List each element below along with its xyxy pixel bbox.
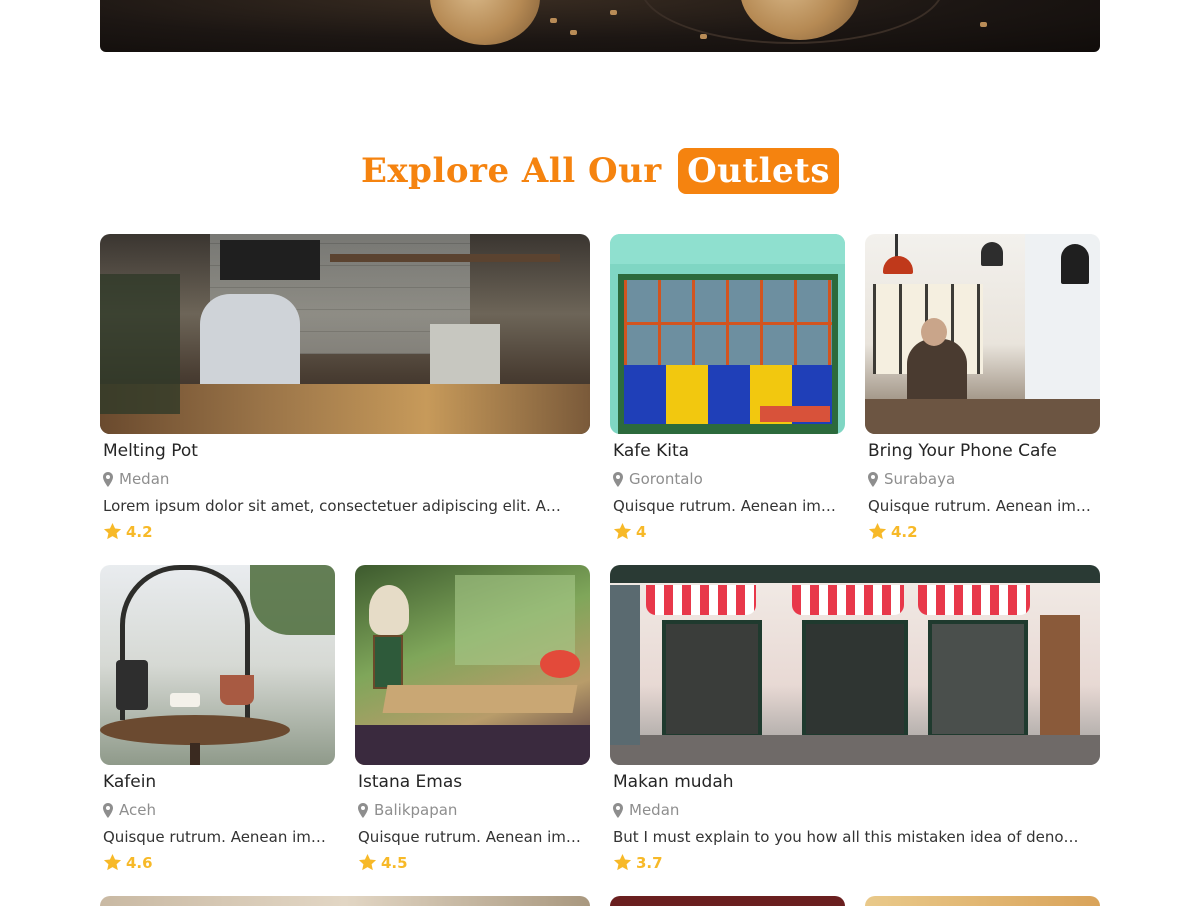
outlet-location: Aceh — [103, 801, 335, 819]
outlet-location-text: Surabaya — [884, 470, 956, 488]
outlet-location: Surabaya — [868, 470, 1100, 488]
outlet-rating-value: 4.5 — [381, 853, 408, 872]
outlet-location-text: Medan — [119, 470, 170, 488]
outlet-image[interactable] — [355, 565, 590, 765]
outlet-image[interactable] — [865, 234, 1100, 434]
outlet-rating: 4.2 — [868, 522, 1100, 541]
outlet-image[interactable] — [610, 234, 845, 434]
outlet-name[interactable]: Kafe Kita — [613, 441, 845, 461]
outlet-card[interactable]: Kafein Aceh Quisque rutrum. Aenean im… 4… — [100, 565, 335, 872]
outlet-location-text: Aceh — [119, 801, 156, 819]
section-title-text: Explore All Our — [360, 151, 662, 191]
outlet-name[interactable]: Melting Pot — [103, 441, 590, 461]
outlet-rating: 4.2 — [103, 522, 590, 541]
outlet-image-partial[interactable] — [100, 896, 590, 906]
outlet-description: Quisque rutrum. Aenean im… — [613, 497, 836, 515]
outlet-image-partial[interactable] — [610, 896, 845, 906]
map-pin-icon — [103, 802, 113, 818]
map-pin-icon — [613, 802, 623, 818]
star-icon — [358, 853, 377, 871]
star-icon — [103, 522, 122, 540]
map-pin-icon — [358, 802, 368, 818]
outlet-location-text: Gorontalo — [629, 470, 703, 488]
outlet-description: Quisque rutrum. Aenean im… — [868, 497, 1091, 515]
outlet-rating-value: 3.7 — [636, 853, 663, 872]
outlet-card[interactable]: Kafe Kita Gorontalo Quisque rutrum. Aene… — [610, 234, 845, 541]
outlet-description: Quisque rutrum. Aenean im… — [358, 828, 581, 846]
hero-banner — [100, 0, 1100, 52]
outlet-rating-value: 4.2 — [891, 522, 918, 541]
outlet-location-text: Balikpapan — [374, 801, 458, 819]
outlet-name[interactable]: Bring Your Phone Cafe — [868, 441, 1100, 461]
outlet-description: But I must explain to you how all this m… — [613, 828, 1079, 846]
star-icon — [868, 522, 887, 540]
outlet-card[interactable]: Makan mudah Medan But I must explain to … — [610, 565, 1100, 872]
outlet-card[interactable]: Istana Emas Balikpapan Quisque rutrum. A… — [355, 565, 590, 872]
section-title: Explore All Our Outlets — [0, 148, 1200, 194]
star-icon — [613, 522, 632, 540]
map-pin-icon — [613, 471, 623, 487]
star-icon — [613, 853, 632, 871]
outlet-rating-value: 4 — [636, 522, 647, 541]
outlet-rating-value: 4.2 — [126, 522, 153, 541]
outlet-card[interactable]: Melting Pot Medan Lorem ipsum dolor sit … — [100, 234, 590, 541]
outlet-location: Medan — [613, 801, 1100, 819]
outlet-rating: 3.7 — [613, 853, 1100, 872]
outlet-rating: 4.5 — [358, 853, 590, 872]
outlet-rating: 4.6 — [103, 853, 335, 872]
outlet-location: Medan — [103, 470, 590, 488]
outlet-description: Quisque rutrum. Aenean im… — [103, 828, 326, 846]
outlet-name[interactable]: Makan mudah — [613, 772, 1100, 792]
outlet-name[interactable]: Kafein — [103, 772, 335, 792]
outlet-rating-value: 4.6 — [126, 853, 153, 872]
map-pin-icon — [103, 471, 113, 487]
map-pin-icon — [868, 471, 878, 487]
outlet-location: Balikpapan — [358, 801, 590, 819]
star-icon — [103, 853, 122, 871]
outlet-rating: 4 — [613, 522, 845, 541]
outlet-description: Lorem ipsum dolor sit amet, consectetuer… — [103, 497, 561, 515]
outlet-name[interactable]: Istana Emas — [358, 772, 590, 792]
outlet-location: Gorontalo — [613, 470, 845, 488]
outlet-card[interactable]: Bring Your Phone Cafe Surabaya Quisque r… — [865, 234, 1100, 541]
outlet-image[interactable] — [100, 234, 590, 434]
outlet-image[interactable] — [610, 565, 1100, 765]
section-title-highlight: Outlets — [678, 148, 839, 194]
outlet-image[interactable] — [100, 565, 335, 765]
outlet-location-text: Medan — [629, 801, 680, 819]
outlet-image-partial[interactable] — [865, 896, 1100, 906]
